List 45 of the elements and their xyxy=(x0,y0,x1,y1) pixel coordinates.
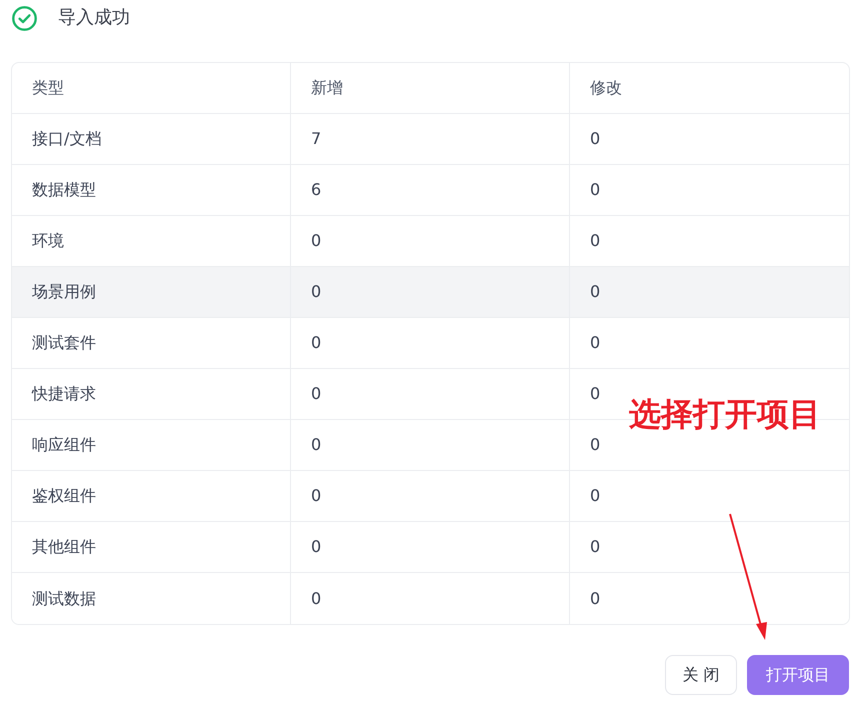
count-value: 0 xyxy=(590,383,600,405)
table-row[interactable]: 测试数据 0 0 xyxy=(12,573,849,624)
open-project-button[interactable]: 打开项目 xyxy=(747,655,849,695)
type-label: 鉴权组件 xyxy=(32,485,96,507)
table-row[interactable]: 其他组件 0 0 xyxy=(12,522,849,573)
type-label: 环境 xyxy=(32,230,64,252)
type-label: 响应组件 xyxy=(32,434,96,456)
count-value: 0 xyxy=(590,434,600,456)
count-value: 0 xyxy=(590,588,600,610)
count-value: 0 xyxy=(590,536,600,558)
count-value: 0 xyxy=(311,230,322,252)
table-row[interactable]: 场景用例 0 0 xyxy=(12,267,849,318)
table-row[interactable]: 数据模型 6 0 xyxy=(12,165,849,216)
count-value: 0 xyxy=(311,588,322,610)
dialog-title: 导入成功 xyxy=(58,9,130,27)
table-row[interactable]: 接口/文档 7 0 xyxy=(12,114,849,165)
column-header: 新增 xyxy=(291,63,570,113)
count-value: 0 xyxy=(590,281,600,303)
count-value: 0 xyxy=(590,332,600,354)
type-label: 接口/文档 xyxy=(32,128,102,150)
type-label: 测试套件 xyxy=(32,332,96,354)
count-value: 0 xyxy=(311,434,322,456)
count-value: 0 xyxy=(590,230,600,252)
type-label: 场景用例 xyxy=(32,281,96,303)
type-label: 快捷请求 xyxy=(32,383,96,405)
count-value: 0 xyxy=(590,485,600,507)
table-row[interactable]: 鉴权组件 0 0 xyxy=(12,471,849,522)
type-label: 其他组件 xyxy=(32,536,96,558)
count-value: 0 xyxy=(590,179,600,201)
type-label: 测试数据 xyxy=(32,588,96,610)
column-header: 类型 xyxy=(12,63,291,113)
count-value: 0 xyxy=(311,332,322,354)
type-label: 数据模型 xyxy=(32,179,96,201)
count-value: 6 xyxy=(311,179,322,201)
close-button[interactable]: 关 闭 xyxy=(665,655,737,695)
success-check-icon xyxy=(12,6,37,30)
count-value: 7 xyxy=(311,128,322,150)
count-value: 0 xyxy=(590,128,600,150)
column-header: 修改 xyxy=(589,77,623,99)
table-row[interactable]: 测试套件 0 0 xyxy=(12,318,849,369)
count-value: 0 xyxy=(311,281,322,303)
count-value: 0 xyxy=(311,485,322,507)
count-value: 0 xyxy=(311,383,322,405)
count-value: 0 xyxy=(311,536,322,558)
table-row[interactable]: 环境 0 0 xyxy=(12,216,849,267)
